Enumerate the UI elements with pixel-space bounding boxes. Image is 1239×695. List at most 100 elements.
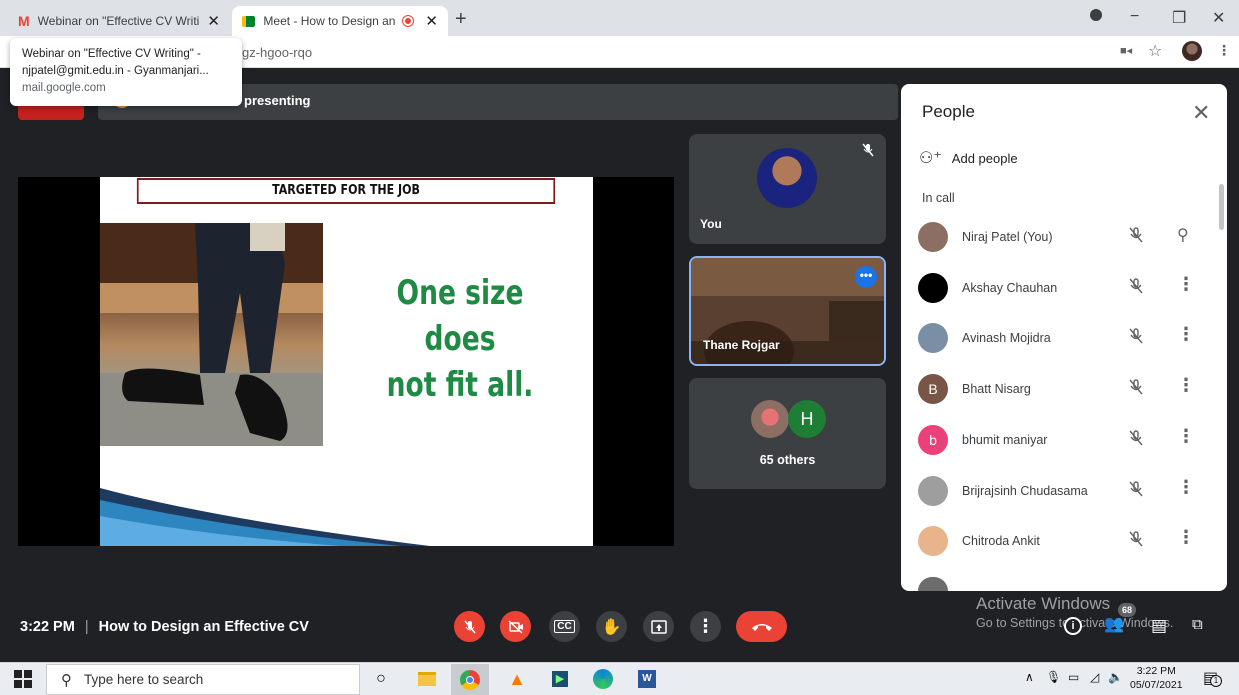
gmail-icon: M <box>18 13 30 29</box>
minimize-icon[interactable]: − <box>1130 8 1139 26</box>
others-avatar-1 <box>751 400 789 438</box>
meeting-info: 3:22 PM | How to Design an Effective CV <box>20 619 309 635</box>
captions-icon: CC <box>554 620 575 633</box>
camera-toggle-button[interactable] <box>500 611 531 642</box>
present-icon <box>650 619 667 634</box>
close-tab-icon[interactable]: ✕ <box>207 12 220 30</box>
mic-off-icon[interactable] <box>1128 530 1144 553</box>
url-text[interactable]: gz-hgoo-rqo <box>242 45 312 60</box>
chat-icon[interactable]: ▤ <box>1151 616 1167 636</box>
more-options-button[interactable]: ⋮ <box>690 611 721 642</box>
taskbar-date: 05/07/2021 <box>1130 679 1183 691</box>
star-icon[interactable]: ☆ <box>1148 41 1162 61</box>
close-tab-icon[interactable]: ✕ <box>425 12 438 30</box>
pin-icon[interactable]: ⚲ <box>1177 225 1189 245</box>
mic-off-icon[interactable] <box>1128 226 1144 249</box>
self-tile-name: You <box>700 217 722 231</box>
tab-meet[interactable]: Meet - How to Design an Effective CV ✕ <box>232 6 448 36</box>
add-people-button[interactable]: ⚇⁺ Add people <box>919 148 1018 168</box>
more-options-icon[interactable]: ⋮ <box>1177 274 1195 295</box>
taskbar-clock[interactable]: 3:22 PM 05/07/2021 <box>1130 664 1183 692</box>
leave-call-button[interactable] <box>736 611 787 642</box>
profile-dot-icon[interactable] <box>1090 8 1102 26</box>
mic-off-icon[interactable] <box>1128 480 1144 503</box>
participant-row[interactable]: Niraj Patel (You) ⚲ <box>901 212 1219 262</box>
chrome-taskbar-icon[interactable] <box>451 664 489 695</box>
meeting-time: 3:22 PM <box>20 619 75 635</box>
tab-gmail[interactable]: M Webinar on "Effective CV Writing" - nj… <box>8 6 230 36</box>
tooltip-host: mail.google.com <box>22 82 106 94</box>
participant-row[interactable]: Avinash Mojidra ⋮ <box>901 313 1219 363</box>
more-options-icon[interactable]: ⋮ <box>1177 426 1195 447</box>
participant-name: Niraj Patel (You) <box>962 230 1053 244</box>
meeting-details-icon[interactable]: i <box>1064 617 1082 635</box>
mic-toggle-button[interactable] <box>454 611 485 642</box>
activate-windows-title: Activate Windows <box>976 594 1111 613</box>
raise-hand-button[interactable]: ✋ <box>596 611 627 642</box>
edge-icon[interactable] <box>592 668 614 690</box>
battery-icon[interactable]: ▭ <box>1068 670 1079 684</box>
panel-scrollbar[interactable] <box>1219 184 1224 230</box>
more-options-icon[interactable]: ⋮ <box>1177 527 1195 548</box>
file-explorer-icon[interactable] <box>416 668 438 690</box>
windows-start-icon[interactable] <box>14 670 32 688</box>
more-options-icon[interactable]: ⋮ <box>1177 375 1195 396</box>
captions-button[interactable]: CC <box>549 611 580 642</box>
meeting-title: How to Design an Effective CV <box>98 619 309 635</box>
participant-row[interactable]: Brijrajsinh Chudasama ⋮ <box>901 466 1219 516</box>
taskbar-search-placeholder: Type here to search <box>84 672 204 687</box>
mic-off-icon[interactable] <box>1128 429 1144 452</box>
participant-name: Avinash Mojidra <box>962 331 1051 346</box>
tray-mic-icon[interactable]: 🎙 <box>1046 670 1061 684</box>
present-button[interactable] <box>643 611 674 642</box>
others-avatar-2: H <box>788 400 826 438</box>
notification-center-icon[interactable]: ▤1 <box>1203 668 1222 688</box>
participant-avatar: b <box>918 424 948 455</box>
in-call-section-label: In call <box>922 191 955 205</box>
slide-line-2: not fit all. <box>386 365 534 405</box>
tab-label: Webinar on "Effective CV Writing" - njpa <box>37 14 200 28</box>
hang-up-icon <box>751 623 772 631</box>
new-tab-icon[interactable]: + <box>455 8 467 31</box>
people-icon[interactable]: 👥 <box>1104 614 1124 634</box>
mic-off-icon[interactable] <box>1128 378 1144 401</box>
participant-avatar <box>918 222 948 252</box>
tile-options-button[interactable]: ••• <box>855 266 877 288</box>
participant-name: bhumit maniyar <box>962 432 1048 447</box>
volume-icon[interactable]: 🔈 <box>1108 670 1123 684</box>
mic-off-icon[interactable] <box>1128 327 1144 350</box>
participant-row[interactable]: B Bhatt Nisarg ⋮ <box>901 364 1219 414</box>
slide-swoosh-decoration <box>100 488 430 546</box>
participant-name: Akshay Chauhan <box>962 280 1058 295</box>
tooltip-subtitle: njpatel@gmit.edu.in - Gyanmanjari... <box>22 65 209 77</box>
tray-chevron-icon[interactable]: ∧ <box>1025 670 1034 684</box>
more-options-icon[interactable]: ⋮ <box>1177 477 1195 498</box>
participant-row[interactable]: b bhumit maniyar ⋮ <box>901 415 1219 465</box>
cortana-icon[interactable]: ○ <box>370 668 392 690</box>
camera-icon[interactable]: ■◂ <box>1120 44 1132 57</box>
taskbar-time: 3:22 PM <box>1136 665 1176 677</box>
close-window-icon[interactable]: ✕ <box>1212 8 1225 28</box>
close-panel-icon[interactable]: ✕ <box>1192 100 1210 126</box>
word-icon[interactable]: W <box>636 668 658 690</box>
network-icon[interactable]: ◿ <box>1090 670 1099 684</box>
activities-icon[interactable]: ⧉ <box>1192 616 1203 633</box>
search-icon: ⚲ <box>61 671 72 689</box>
more-options-icon[interactable]: ⋮ <box>1177 324 1195 345</box>
presenting-label: presenting <box>244 93 311 108</box>
participant-name: Bhatt Nisarg <box>962 382 1031 397</box>
restore-icon[interactable]: ❐ <box>1172 8 1186 28</box>
participant-row[interactable]: Akshay Chauhan ⋮ <box>901 263 1219 313</box>
participant-avatar <box>918 526 948 557</box>
profile-avatar[interactable] <box>1182 41 1202 61</box>
mic-off-icon[interactable] <box>1128 277 1144 300</box>
vlc-icon[interactable]: ▲ <box>506 668 528 690</box>
menu-dots-icon[interactable]: ⋮ <box>1217 42 1231 59</box>
participant-name: Chitroda Ankit <box>962 534 1040 549</box>
others-count: 65 others <box>759 453 816 467</box>
taskbar-search[interactable]: ⚲ Type here to search <box>46 664 360 695</box>
pinned-tile-name: Thane Rojgar <box>703 338 780 352</box>
others-tile[interactable] <box>689 378 886 489</box>
participant-row[interactable]: Chitroda Ankit ⋮ <box>901 516 1219 566</box>
app-icon[interactable]: ▶ <box>549 668 571 690</box>
